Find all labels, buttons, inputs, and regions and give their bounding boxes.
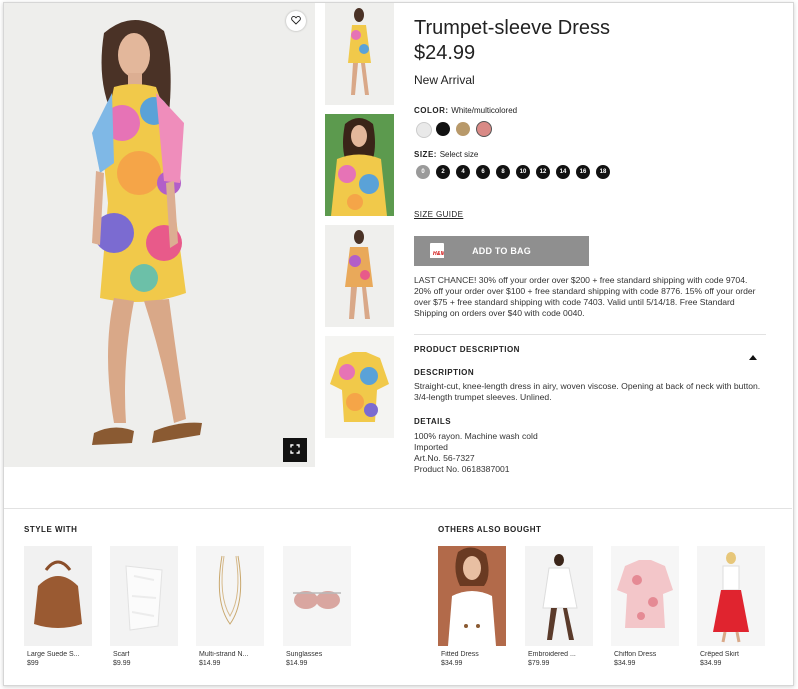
- product-name[interactable]: Crêped Skirt: [700, 651, 768, 658]
- color-label: COLOR: White/multicolored: [414, 106, 517, 115]
- others-item-embroidered[interactable]: [525, 546, 593, 646]
- size-option[interactable]: 2: [436, 165, 450, 179]
- expand-icon: [290, 441, 300, 459]
- product-price: $24.99: [414, 42, 476, 64]
- details-line: Product No. 0618387001: [414, 464, 510, 474]
- size-option[interactable]: 4: [456, 165, 470, 179]
- promo-text: LAST CHANCE! 30% off your order over $20…: [414, 275, 756, 318]
- new-arrival-badge: New Arrival: [414, 73, 475, 87]
- product-price: $14.99: [286, 660, 308, 667]
- product-name[interactable]: Fitted Dress: [441, 651, 509, 658]
- product-name[interactable]: Embroidered ...: [528, 651, 596, 658]
- product-description-toggle[interactable]: PRODUCT DESCRIPTION: [414, 345, 520, 354]
- product-name[interactable]: Scarf: [113, 651, 181, 658]
- style-with-heading: STYLE WITH: [24, 525, 78, 534]
- product-price: $34.99: [700, 660, 722, 667]
- size-label-text: SIZE:: [414, 150, 437, 159]
- product-name[interactable]: Sunglasses: [286, 651, 354, 658]
- swatch-pink-selected[interactable]: [476, 121, 492, 137]
- details-line: Imported: [414, 442, 448, 452]
- product-title: Trumpet-sleeve Dress: [414, 17, 610, 39]
- others-also-bought-heading: OTHERS ALSO BOUGHT: [438, 525, 542, 534]
- size-hint: Select size: [439, 150, 479, 159]
- details-line: Art.No. 56-7327: [414, 453, 475, 463]
- details-heading: DETAILS: [414, 417, 452, 426]
- swatch-black[interactable]: [436, 122, 450, 136]
- swatch-beige[interactable]: [456, 122, 470, 136]
- size-option[interactable]: 6: [476, 165, 490, 179]
- product-name[interactable]: Chiffon Dress: [614, 651, 682, 658]
- size-option[interactable]: 14: [556, 165, 570, 179]
- thumbnail-4[interactable]: [325, 336, 394, 438]
- thumbnail-1[interactable]: [325, 3, 394, 105]
- product-price: $34.99: [614, 660, 636, 667]
- product-price: $99: [27, 660, 39, 667]
- size-label: SIZE: Select size: [414, 150, 478, 159]
- swatch-white-multicolored[interactable]: [416, 122, 432, 138]
- details-line: 100% rayon. Machine wash cold: [414, 431, 538, 441]
- fullscreen-button[interactable]: [283, 438, 307, 462]
- favorite-button[interactable]: [286, 11, 306, 31]
- size-guide-link[interactable]: SIZE GUIDE: [414, 210, 463, 219]
- product-price: $14.99: [199, 660, 221, 667]
- size-option[interactable]: 18: [596, 165, 610, 179]
- style-with-item-bag[interactable]: [24, 546, 92, 646]
- add-to-bag-button[interactable]: H&M ADD TO BAG: [414, 236, 589, 266]
- description-text: Straight-cut, knee-length dress in airy,…: [414, 381, 761, 402]
- caret-up-icon[interactable]: [749, 347, 757, 365]
- product-name[interactable]: Large Suede S...: [27, 651, 95, 658]
- size-option[interactable]: 10: [516, 165, 530, 179]
- others-item-chiffon-dress[interactable]: [611, 546, 679, 646]
- color-value: White/multicolored: [451, 106, 518, 115]
- product-price: $34.99: [441, 660, 463, 667]
- product-price: $79.99: [528, 660, 550, 667]
- main-product-image[interactable]: [4, 3, 315, 467]
- style-with-item-scarf[interactable]: [110, 546, 178, 646]
- thumbnail-3[interactable]: [325, 225, 394, 327]
- section-divider: [4, 508, 792, 509]
- size-option[interactable]: 8: [496, 165, 510, 179]
- size-option[interactable]: 0: [416, 165, 430, 179]
- shopping-bag-icon: H&M: [430, 242, 445, 258]
- product-name[interactable]: Multi-strand N...: [199, 651, 267, 658]
- style-with-item-sunglasses[interactable]: [283, 546, 351, 646]
- svg-text:H&M: H&M: [433, 251, 444, 257]
- others-item-creped-skirt[interactable]: [697, 546, 765, 646]
- size-option[interactable]: 16: [576, 165, 590, 179]
- style-with-item-necklace[interactable]: [196, 546, 264, 646]
- heart-icon: [291, 12, 301, 30]
- add-to-bag-label: ADD TO BAG: [472, 246, 531, 256]
- size-option[interactable]: 12: [536, 165, 550, 179]
- description-heading: DESCRIPTION: [414, 368, 475, 377]
- product-price: $9.99: [113, 660, 131, 667]
- others-item-fitted-dress[interactable]: [438, 546, 506, 646]
- color-label-text: COLOR:: [414, 106, 449, 115]
- divider: [414, 334, 766, 335]
- thumbnail-2[interactable]: [325, 114, 394, 216]
